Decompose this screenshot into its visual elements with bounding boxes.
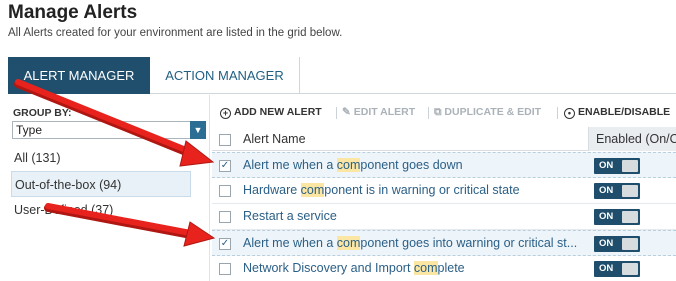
grid-header: Alert Name Enabled (On/Off) (212, 127, 676, 151)
select-all-checkbox[interactable] (219, 134, 231, 146)
sidebar-item-user-defined[interactable]: User-Defined (37) (11, 197, 191, 223)
table-row[interactable]: Network Discovery and Import complete ON (212, 256, 676, 281)
row-checkbox[interactable] (219, 263, 231, 275)
toggle-knob (622, 238, 638, 250)
row-checkbox[interactable]: ✓ (219, 238, 231, 250)
pencil-icon: ✎ (342, 106, 351, 118)
group-by-select[interactable]: Type ▼ (12, 121, 206, 139)
edit-alert-button[interactable]: ✎ EDIT ALERT (342, 106, 415, 118)
search-highlight: com (336, 158, 361, 172)
row-checkbox[interactable] (219, 185, 231, 197)
toggle-label: ON (599, 211, 614, 222)
page-title: Manage Alerts (8, 2, 138, 23)
alerts-grid: Alert Name Enabled (On/Off) ✓ Alert me wh… (212, 127, 676, 281)
page-subtitle: All Alerts created for your environment … (8, 27, 343, 39)
sidebar: GROUP BY: Type ▼ All (131) Out-of-the-bo… (8, 95, 210, 281)
duplicate-icon: ⧉ (434, 106, 442, 118)
toggle-label: ON (599, 185, 614, 196)
toolbar-divider (557, 107, 558, 119)
alert-name-link[interactable]: Restart a service (243, 209, 583, 223)
alert-name-link[interactable]: Alert me when a component goes into warn… (243, 236, 583, 250)
table-row[interactable]: ✓ Alert me when a component goes down ON (212, 152, 676, 178)
toggle-knob (622, 263, 638, 275)
toggle-label: ON (599, 263, 614, 274)
power-icon: • (564, 108, 575, 119)
table-row[interactable]: ✓ Alert me when a component goes into war… (212, 230, 676, 256)
search-highlight: com (413, 261, 438, 275)
toggle-knob (622, 211, 638, 223)
search-highlight: com (336, 236, 361, 250)
group-by-label: GROUP BY: (13, 107, 72, 119)
enabled-toggle[interactable]: ON (594, 209, 640, 225)
alert-name-link[interactable]: Hardware component is in warning or crit… (243, 183, 583, 197)
table-row[interactable]: Restart a service ON (212, 204, 676, 230)
sidebar-item-all[interactable]: All (131) (11, 145, 191, 171)
enabled-toggle[interactable]: ON (594, 236, 640, 252)
column-enabled[interactable]: Enabled (On/Off) (588, 127, 676, 151)
plus-circle-icon: + (220, 108, 231, 119)
tab-action-manager[interactable]: ACTION MANAGER (150, 57, 300, 94)
enabled-toggle[interactable]: ON (594, 261, 640, 277)
toggle-label: ON (599, 160, 614, 171)
chevron-down-icon[interactable]: ▼ (190, 121, 206, 139)
row-checkbox[interactable]: ✓ (219, 160, 231, 172)
group-by-value: Type (16, 123, 43, 137)
alert-name-link[interactable]: Network Discovery and Import complete (243, 261, 583, 275)
checkmark-icon: ✓ (220, 238, 230, 249)
toggle-label: ON (599, 238, 614, 249)
search-highlight: com (300, 183, 325, 197)
toolbar-divider (428, 107, 429, 119)
checkmark-icon: ✓ (220, 160, 230, 171)
tab-alert-manager[interactable]: ALERT MANAGER (8, 57, 150, 94)
duplicate-edit-button[interactable]: ⧉ DUPLICATE & EDIT (434, 106, 541, 119)
enabled-toggle[interactable]: ON (594, 158, 640, 174)
enabled-toggle[interactable]: ON (594, 183, 640, 199)
enable-disable-button[interactable]: • ENABLE/DISABLE (564, 106, 670, 119)
toolbar-divider (336, 107, 337, 119)
column-alert-name[interactable]: Alert Name (243, 132, 306, 146)
alert-name-link[interactable]: Alert me when a component goes down (243, 158, 583, 172)
toolbar: + ADD NEW ALERT ✎ EDIT ALERT ⧉ DUPLICATE … (212, 103, 676, 123)
toggle-knob (622, 185, 638, 197)
add-new-alert-button[interactable]: + ADD NEW ALERT (220, 106, 322, 119)
sidebar-item-out-of-the-box[interactable]: Out-of-the-box (94) (11, 171, 191, 197)
table-row[interactable]: Hardware component is in warning or crit… (212, 178, 676, 204)
tab-bar: ALERT MANAGER ACTION MANAGER (8, 57, 676, 94)
toggle-knob (622, 160, 638, 172)
row-checkbox[interactable] (219, 211, 231, 223)
